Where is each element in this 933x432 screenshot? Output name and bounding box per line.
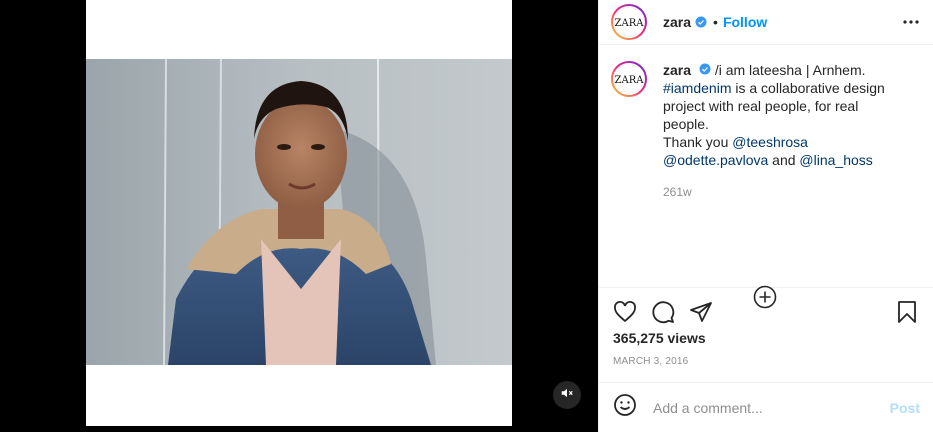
muted-speaker-icon — [560, 386, 574, 405]
view-count[interactable]: 365,275 views — [599, 330, 933, 346]
separator-dot: • — [713, 14, 718, 30]
caption-timestamp[interactable]: 261w — [663, 185, 919, 199]
video-frame-image — [86, 59, 512, 365]
author-username[interactable]: zara — [663, 14, 691, 30]
caption-username[interactable]: zara — [663, 62, 691, 78]
zara-logo-text: ZARA — [615, 75, 645, 86]
verified-badge-icon — [699, 63, 711, 75]
caption: ZARA zara /i am lateesha | Arnhem. #iamd… — [611, 61, 919, 169]
mention-link[interactable]: @odette.pavlova — [663, 152, 768, 168]
follow-button[interactable]: Follow — [723, 14, 767, 30]
post-comment-button[interactable]: Post — [890, 400, 920, 416]
mention-link[interactable]: @teeshrosa — [732, 134, 808, 150]
media-area — [0, 0, 598, 432]
share-icon[interactable] — [689, 300, 713, 324]
avatar[interactable]: ZARA — [611, 4, 647, 40]
caption-thanks: Thank you — [663, 134, 733, 150]
bookmark-icon[interactable] — [895, 300, 919, 324]
comment-icon[interactable] — [651, 300, 675, 324]
zara-logo-text: ZARA — [615, 18, 645, 29]
verified-badge-icon — [695, 16, 707, 28]
video-player[interactable] — [86, 0, 512, 426]
comment-input[interactable] — [653, 399, 890, 416]
load-more-comments-button[interactable] — [753, 285, 777, 314]
comment-bar: Post — [599, 382, 933, 432]
caption-and: and — [768, 152, 800, 168]
more-options-icon[interactable] — [903, 20, 919, 24]
comments-section: ZARA zara /i am lateesha | Arnhem. #iamd… — [599, 45, 933, 309]
mute-toggle-button[interactable] — [553, 381, 581, 409]
post-sidebar: ZARA zara • Follow ZARA zara /i am latee… — [598, 0, 933, 432]
caption-text: zara /i am lateesha | Arnhem. #iamdenim … — [663, 61, 889, 169]
plus-circle-icon — [753, 285, 777, 313]
post-header: ZARA zara • Follow — [599, 0, 933, 45]
mention-link[interactable]: @lina_hoss — [799, 152, 872, 168]
hashtag-link[interactable]: #iamdenim — [663, 80, 731, 96]
emoji-icon[interactable] — [613, 393, 637, 422]
caption-line1: /i am lateesha | Arnhem. — [714, 62, 866, 78]
caption-avatar[interactable]: ZARA — [611, 61, 647, 97]
like-icon[interactable] — [613, 300, 637, 324]
post-date[interactable]: MARCH 3, 2016 — [599, 356, 933, 367]
